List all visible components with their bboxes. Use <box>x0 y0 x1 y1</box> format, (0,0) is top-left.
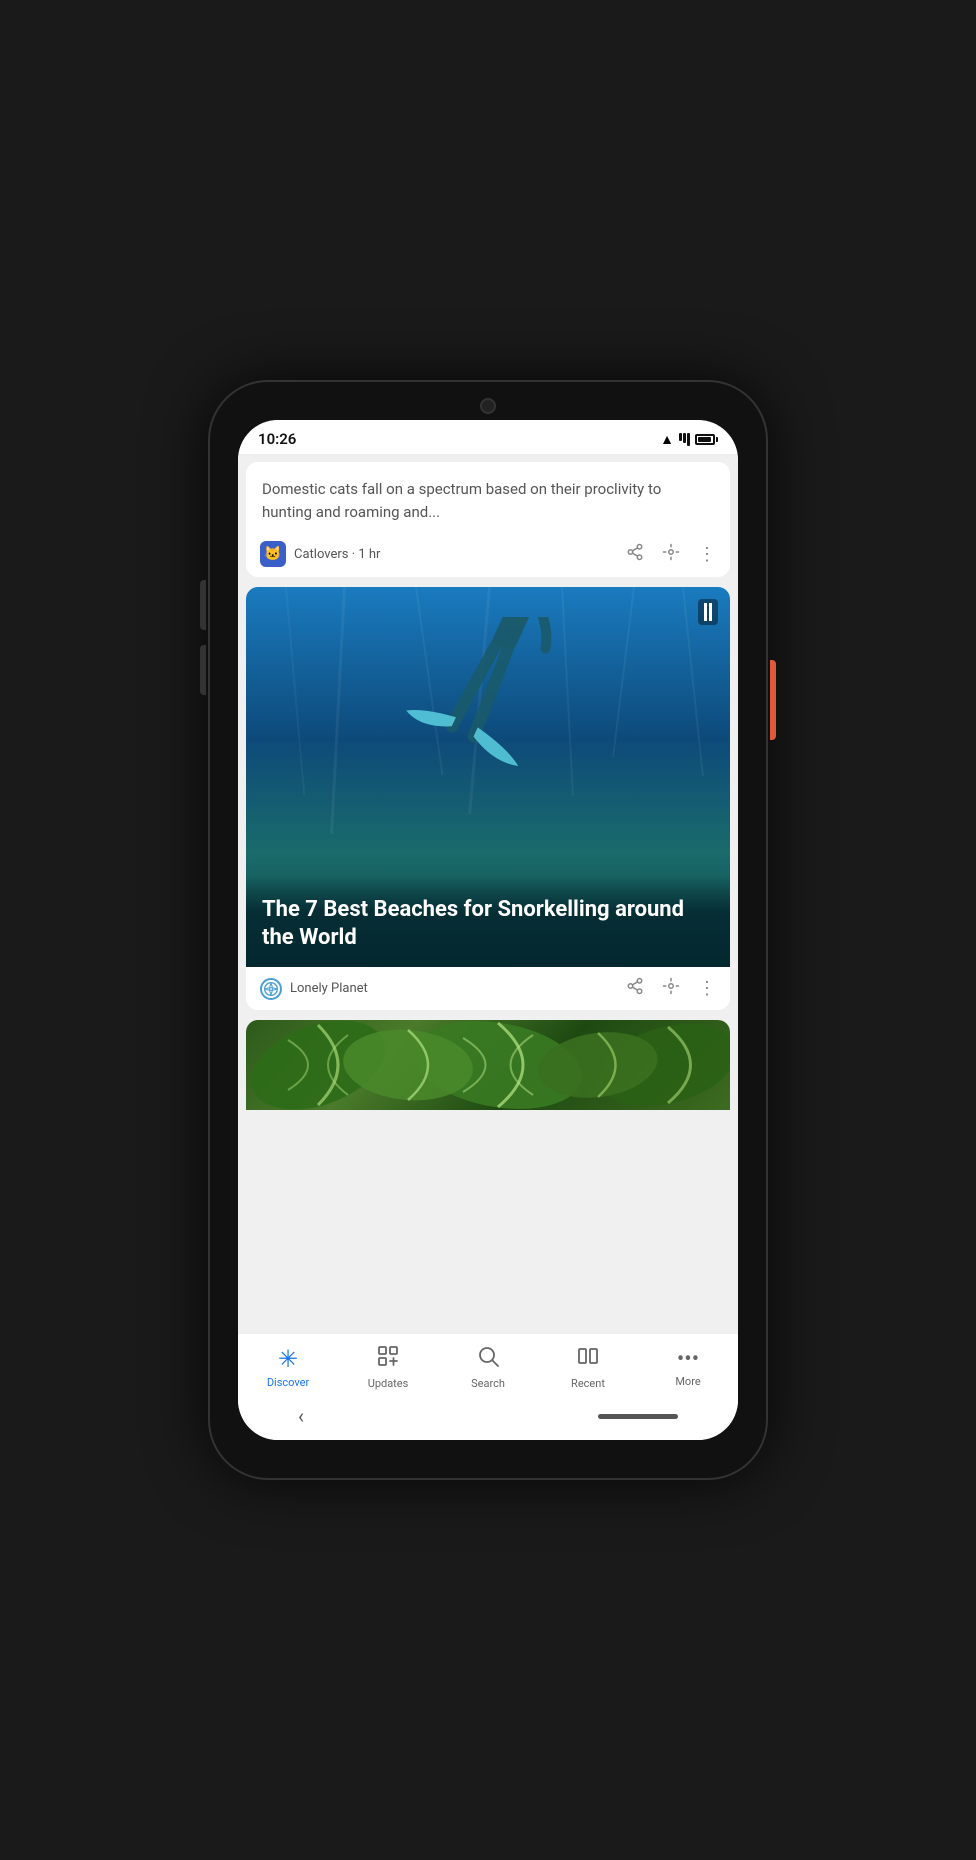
more-icon-2[interactable]: ⋮ <box>698 978 716 999</box>
updates-icon <box>376 1344 400 1374</box>
battery-icon <box>695 434 718 445</box>
nav-item-discover[interactable]: ✳ Discover <box>258 1345 318 1389</box>
status-time: 10:26 <box>258 430 296 448</box>
phone-top-area <box>208 380 768 420</box>
cat-article-body: Domestic cats fall on a spectrum based o… <box>246 462 730 531</box>
screen: 10:26 ▲ <box>238 420 738 1440</box>
snorkeling-bg: The 7 Best Beaches for Snorkelling aroun… <box>246 587 730 967</box>
lp-source-name: Lonely Planet <box>290 981 618 996</box>
power-button[interactable] <box>770 660 776 740</box>
cat-source-name: Catlovers · 1 hr <box>294 547 618 562</box>
snorkeling-image: The 7 Best Beaches for Snorkelling aroun… <box>246 587 730 967</box>
share-icon[interactable] <box>626 543 644 566</box>
snorkeler-figure <box>246 617 730 897</box>
cat-article-card[interactable]: Domestic cats fall on a spectrum based o… <box>246 462 730 577</box>
volume-down-button[interactable] <box>200 645 206 695</box>
nav-item-recent[interactable]: Recent <box>558 1344 618 1390</box>
snorkeling-article-actions: ⋮ <box>626 977 716 1000</box>
home-bar: ‹ <box>238 1396 738 1440</box>
discover-icon: ✳ <box>278 1345 298 1373</box>
snorkeling-title: The 7 Best Beaches for Snorkelling aroun… <box>262 896 714 953</box>
more-icon[interactable]: ⋮ <box>698 544 716 565</box>
pin-icon[interactable] <box>662 543 680 566</box>
signal-icon <box>679 433 690 446</box>
nav-label-search: Search <box>471 1377 505 1390</box>
search-icon <box>476 1344 500 1374</box>
nav-label-recent: Recent <box>571 1377 605 1390</box>
nav-item-more[interactable]: ••• More <box>658 1347 718 1388</box>
more-dots-icon: ••• <box>677 1347 699 1372</box>
content-feed: Domestic cats fall on a spectrum based o… <box>238 454 738 1333</box>
status-bar: 10:26 ▲ <box>238 420 738 454</box>
snorkeling-article-footer: Lonely Planet <box>246 967 730 1010</box>
phone-device: 10:26 ▲ <box>208 380 768 1480</box>
catlovers-icon: 🐱 <box>260 541 286 567</box>
recent-icon <box>576 1344 600 1374</box>
bottom-navigation: ✳ Discover Updates <box>238 1333 738 1396</box>
back-button[interactable]: ‹ <box>298 1404 304 1428</box>
share-icon-2[interactable] <box>626 977 644 1000</box>
plant-article-card[interactable] <box>246 1020 730 1110</box>
wifi-icon: ▲ <box>660 431 674 448</box>
lonely-planet-logo <box>260 978 282 1000</box>
nav-label-discover: Discover <box>267 1376 309 1389</box>
volume-up-button[interactable] <box>200 580 206 630</box>
camera <box>480 398 496 414</box>
home-indicator[interactable] <box>598 1414 678 1419</box>
nav-item-search[interactable]: Search <box>458 1344 518 1390</box>
bookmark-icon[interactable] <box>698 599 718 625</box>
nav-item-updates[interactable]: Updates <box>358 1344 418 1390</box>
catlovers-icon-symbol: 🐱 <box>264 546 281 562</box>
plant-image <box>246 1020 730 1110</box>
pin-icon-2[interactable] <box>662 977 680 1000</box>
nav-label-updates: Updates <box>368 1377 409 1390</box>
cat-article-footer: 🐱 Catlovers · 1 hr <box>246 531 730 577</box>
status-icons: ▲ <box>660 431 718 448</box>
article-title-overlay: The 7 Best Beaches for Snorkelling aroun… <box>246 876 730 967</box>
snorkeling-article-card[interactable]: The 7 Best Beaches for Snorkelling aroun… <box>246 587 730 1010</box>
nav-label-more: More <box>675 1375 700 1388</box>
cat-article-actions: ⋮ <box>626 543 716 566</box>
